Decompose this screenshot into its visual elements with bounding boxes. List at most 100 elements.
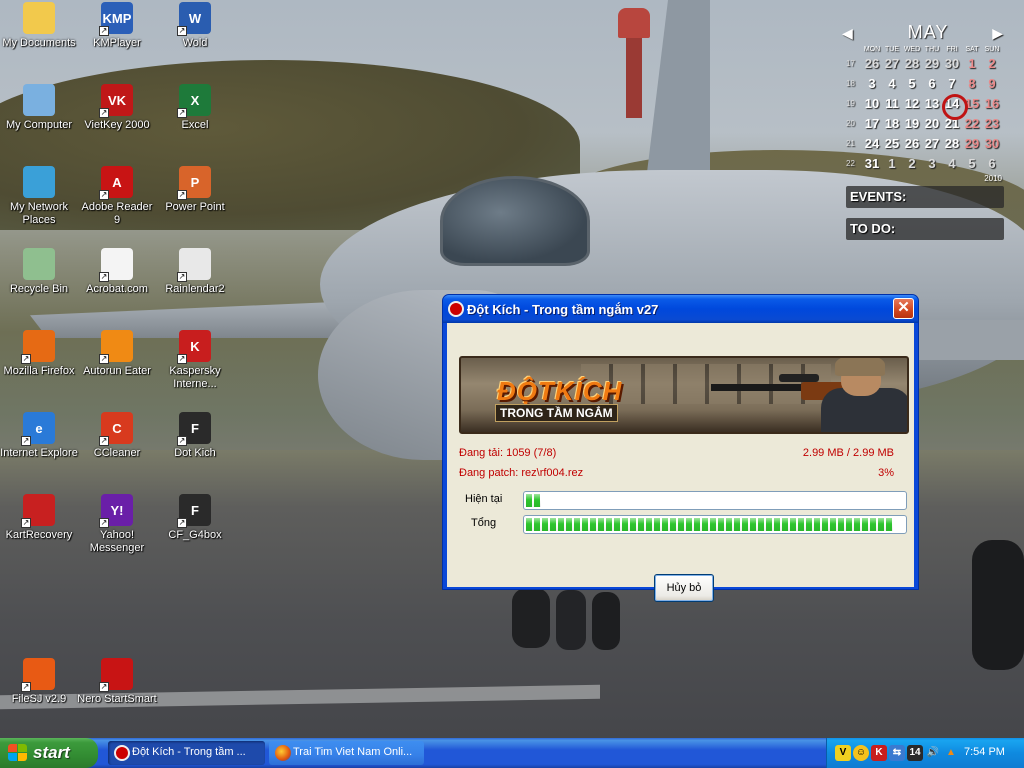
- desktop-icon-rainlendar[interactable]: ↗ Rainlendar2: [155, 248, 235, 296]
- desktop-icon-acrobat[interactable]: ↗ Acrobat.com: [77, 248, 157, 296]
- calendar-day[interactable]: 12: [902, 96, 922, 111]
- shortcut-arrow-icon: ↗: [99, 190, 109, 200]
- calendar-day[interactable]: 9: [982, 76, 1002, 91]
- desktop-icon-folder[interactable]: My Documents: [0, 2, 79, 50]
- shortcut-arrow-icon: ↗: [177, 108, 187, 118]
- cancel-button[interactable]: Hủy bỏ: [654, 574, 714, 602]
- calendar-day[interactable]: 27: [882, 56, 902, 71]
- network-tray-icon[interactable]: ⇆: [889, 745, 905, 761]
- vietkey-tray-icon[interactable]: V: [835, 745, 851, 761]
- calendar-day[interactable]: 26: [862, 56, 882, 71]
- desktop-icon-nero[interactable]: ↗ Nero StartSmart: [77, 658, 157, 706]
- calendar-day[interactable]: 10: [862, 96, 882, 111]
- calendar-day[interactable]: 19: [902, 116, 922, 131]
- calendar-day[interactable]: 18: [882, 116, 902, 131]
- desktop-icon-kart[interactable]: ↗ KartRecovery: [0, 494, 79, 542]
- desktop-icon-vietkey[interactable]: VK ↗ VietKey 2000: [77, 84, 157, 132]
- desktop-icon-computer[interactable]: My Computer: [0, 84, 79, 132]
- volume-icon[interactable]: 🔊: [925, 745, 941, 761]
- calendar-day[interactable]: 1: [882, 156, 902, 171]
- calendar-events[interactable]: EVENTS:: [846, 186, 1004, 208]
- calendar-weekday: SUN: [984, 46, 1000, 53]
- calendar-week-row: 21 24 25 26 27 28 29 30: [838, 133, 1018, 153]
- calendar-day[interactable]: 13: [922, 96, 942, 111]
- desktop-icon-recycle-bin[interactable]: Recycle Bin: [0, 248, 79, 296]
- taskbar-item-dotkich[interactable]: Đột Kích - Trong tầm ...: [108, 741, 265, 765]
- downloading-size: 2.99 MB / 2.99 MB: [802, 447, 894, 459]
- desktop-icon-ccleaner[interactable]: C ↗ CCleaner: [77, 412, 157, 460]
- desktop-icon-cf[interactable]: F ↗ CF_G4box: [155, 494, 235, 542]
- calendar-day[interactable]: 26: [902, 136, 922, 151]
- calendar-day[interactable]: 1: [962, 56, 982, 71]
- calendar-day[interactable]: 8: [962, 76, 982, 91]
- calendar-day[interactable]: 16: [982, 96, 1002, 111]
- desktop-icon-label: Excel: [181, 119, 209, 131]
- calendar-day[interactable]: 3: [922, 156, 942, 171]
- desktop-icon-label: Internet Explore: [0, 447, 78, 459]
- shortcut-arrow-icon: ↗: [99, 272, 109, 282]
- calendar-day[interactable]: 23: [982, 116, 1002, 131]
- calendar-day[interactable]: 6: [922, 76, 942, 91]
- kaspersky-tray-icon[interactable]: K: [871, 745, 887, 761]
- desktop-icon-firefox[interactable]: ↗ Mozilla Firefox: [0, 330, 79, 378]
- close-button[interactable]: ✕: [893, 298, 914, 319]
- window-titlebar[interactable]: Đột Kích - Trong tầm ngắm v27 ✕: [443, 295, 918, 323]
- desktop-icon-kaspersky[interactable]: K ↗ Kaspersky Interne...: [155, 330, 235, 391]
- calendar-day[interactable]: 4: [942, 156, 962, 171]
- calendar-day[interactable]: 2: [902, 156, 922, 171]
- calendar-day[interactable]: 25: [882, 136, 902, 151]
- calendar-day[interactable]: 28: [902, 56, 922, 71]
- calendar-prev-icon[interactable]: ◀: [842, 25, 854, 42]
- rainlendar-tray-icon[interactable]: 14: [907, 745, 923, 761]
- calendar-day-today[interactable]: 14: [942, 93, 968, 120]
- desktop-icon-ie[interactable]: e ↗ Internet Explore: [0, 412, 79, 460]
- calendar-day[interactable]: 2: [982, 56, 1002, 71]
- desktop-icon-word[interactable]: W ↗ Wold: [155, 2, 235, 50]
- calendar-day[interactable]: 27: [922, 136, 942, 151]
- calendar-week-row: 22 31 1 2 3 4 5 6: [838, 153, 1018, 173]
- calendar-day[interactable]: 20: [922, 116, 942, 131]
- calendar-day[interactable]: 6: [982, 156, 1002, 171]
- shortcut-arrow-icon: ↗: [99, 682, 109, 692]
- yahoo-tray-icon[interactable]: ☺: [853, 745, 869, 761]
- taskbar: start Đột Kích - Trong tầm ... Trai Tim …: [0, 738, 1024, 768]
- taskbar-item-label: Trai Tim Viet Nam Onli...: [293, 746, 413, 758]
- calendar-weekdays: MON TUE WED THU FRI SAT SUN: [862, 46, 1018, 53]
- banner-soldier-helmet: [835, 358, 885, 376]
- desktop-icon-powerpoint[interactable]: P ↗ Power Point: [155, 166, 235, 214]
- desktop-icon-autorun-eater[interactable]: ↗ Autorun Eater: [77, 330, 157, 378]
- desktop-icon-kmplayer[interactable]: KMP ↗ KMPlayer: [77, 2, 157, 50]
- taskbar-item-label: Đột Kích - Trong tầm ...: [132, 746, 246, 758]
- downloading-status: Đang tải: 1059 (7/8): [459, 447, 557, 459]
- calendar-day[interactable]: 11: [882, 96, 902, 111]
- calendar-day[interactable]: 30: [942, 56, 962, 71]
- calendar-next-icon[interactable]: ▶: [992, 25, 1004, 42]
- desktop-icon-excel[interactable]: X ↗ Excel: [155, 84, 235, 132]
- desktop-icon-adobe-reader[interactable]: A ↗ Adobe Reader 9: [77, 166, 157, 227]
- autorun-tray-icon[interactable]: ▲: [943, 745, 959, 761]
- calendar-day[interactable]: 4: [882, 76, 902, 91]
- taskbar-clock[interactable]: 7:54 PM: [964, 746, 1005, 758]
- calendar-day[interactable]: 28: [942, 136, 962, 151]
- calendar-todo[interactable]: TO DO:: [846, 218, 1004, 240]
- calendar-day[interactable]: 5: [962, 156, 982, 171]
- calendar-day[interactable]: 24: [862, 136, 882, 151]
- calendar-day[interactable]: 29: [922, 56, 942, 71]
- calendar-day[interactable]: 17: [862, 116, 882, 131]
- desktop-icon-filesj[interactable]: ↗ FileSJ v2.9: [0, 658, 79, 706]
- calendar-day[interactable]: 3: [862, 76, 882, 91]
- taskbar-item-firefox[interactable]: Trai Tim Viet Nam Onli...: [269, 741, 424, 765]
- calendar-day[interactable]: 7: [942, 76, 962, 91]
- calendar-weekday: FRI: [946, 46, 958, 53]
- calendar-day[interactable]: 22: [962, 116, 982, 131]
- calendar-day[interactable]: 5: [902, 76, 922, 91]
- desktop-icon-dotkich[interactable]: F ↗ Dot Kich: [155, 412, 235, 460]
- powerpoint-icon: P ↗: [177, 166, 211, 200]
- start-button[interactable]: start: [0, 738, 98, 768]
- shortcut-arrow-icon: ↗: [177, 272, 187, 282]
- calendar-day[interactable]: 30: [982, 136, 1002, 151]
- desktop-icon-yahoo[interactable]: Y! ↗ Yahoo! Messenger: [77, 494, 157, 555]
- desktop-icon-network[interactable]: My Network Places: [0, 166, 79, 227]
- calendar-day[interactable]: 29: [962, 136, 982, 151]
- calendar-day[interactable]: 31: [862, 156, 882, 171]
